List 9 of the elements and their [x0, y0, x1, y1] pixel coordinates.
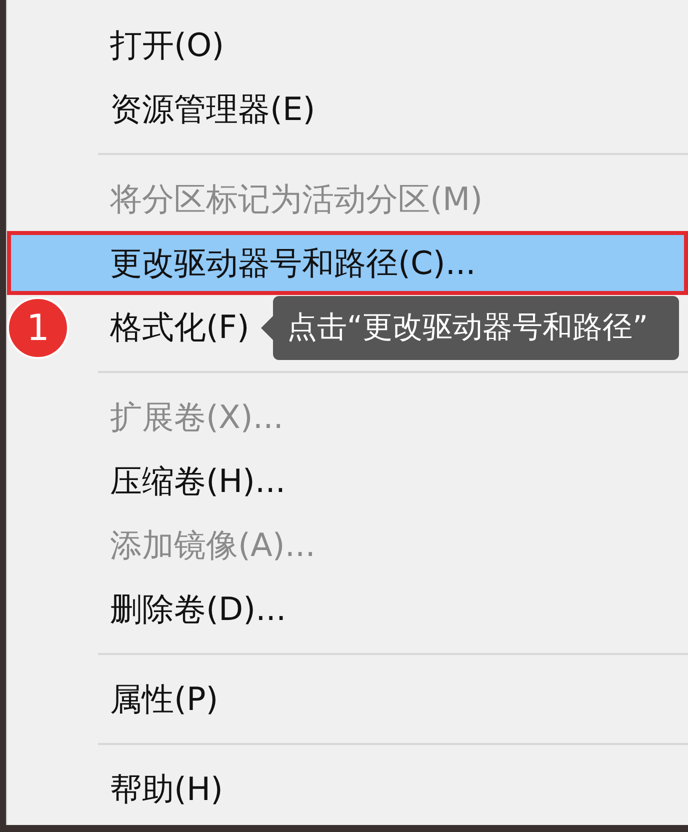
- menu-item[interactable]: 删除卷(D)...: [7, 577, 688, 641]
- menu-item[interactable]: 资源管理器(E): [7, 77, 688, 141]
- menu-item[interactable]: 更改驱动器号和路径(C)...: [7, 231, 688, 295]
- menu-item[interactable]: 压缩卷(H)...: [7, 449, 688, 513]
- menu-item[interactable]: 打开(O): [7, 13, 688, 77]
- menu-item[interactable]: 属性(P): [7, 667, 688, 731]
- step-badge: 1: [7, 297, 69, 359]
- callout-tooltip: 点击“更改驱动器号和路径”: [273, 296, 679, 360]
- menu-item[interactable]: 帮助(H): [7, 757, 688, 821]
